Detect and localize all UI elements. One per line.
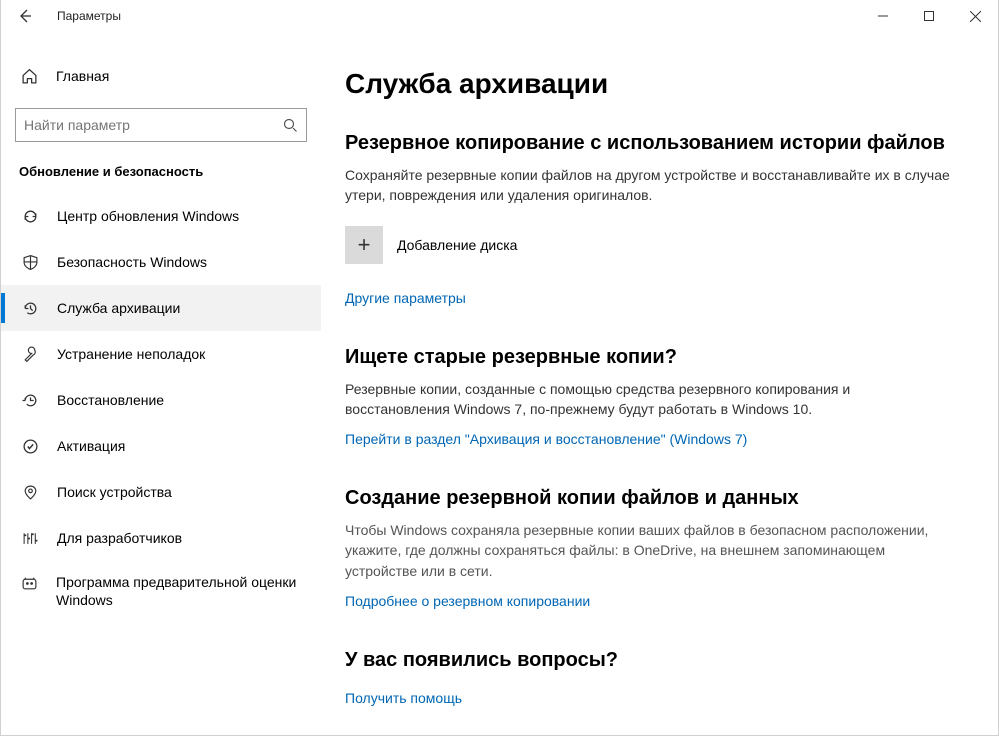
section-heading: У вас появились вопросы? <box>345 647 958 674</box>
content-area: Служба архивации Резервное копирование с… <box>321 32 998 735</box>
add-disk-label: Добавление диска <box>397 237 517 253</box>
close-icon <box>970 11 981 22</box>
maximize-icon <box>924 11 934 21</box>
section-questions: У вас появились вопросы? Получить помощь <box>345 647 958 708</box>
sidebar-item-label: Центр обновления Windows <box>57 208 239 224</box>
section-old-backups: Ищете старые резервные копии? Резервные … <box>345 344 958 450</box>
insider-icon <box>21 573 38 592</box>
section-heading: Ищете старые резервные копии? <box>345 344 958 371</box>
minimize-button[interactable] <box>860 0 906 32</box>
find-device-icon <box>21 484 39 501</box>
sidebar-item-find-device[interactable]: Поиск устройства <box>1 469 321 515</box>
add-disk-button[interactable]: + Добавление диска <box>345 226 958 264</box>
section-backup-files: Создание резервной копии файлов и данных… <box>345 485 958 611</box>
get-help-link[interactable]: Получить помощь <box>345 690 462 706</box>
search-input[interactable] <box>24 117 282 133</box>
shield-icon <box>21 254 39 271</box>
window-title: Параметры <box>57 9 121 23</box>
sidebar-item-backup[interactable]: Служба архивации <box>1 285 321 331</box>
developer-icon <box>21 530 39 547</box>
section-file-history: Резервное копирование с использованием и… <box>345 130 958 308</box>
back-button[interactable] <box>1 0 49 32</box>
sidebar-item-recovery[interactable]: Восстановление <box>1 377 321 423</box>
sidebar-item-label: Восстановление <box>57 392 164 408</box>
sidebar-item-label: Безопасность Windows <box>57 254 207 270</box>
maximize-button[interactable] <box>906 0 952 32</box>
sidebar-item-label: Для разработчиков <box>57 530 182 546</box>
sidebar: Главная Обновление и безопасность Центр … <box>1 32 321 735</box>
search-icon <box>282 117 298 133</box>
section-description: Резервные копии, созданные с помощью сре… <box>345 379 958 420</box>
history-icon <box>21 392 39 409</box>
page-title: Служба архивации <box>345 68 958 100</box>
sidebar-item-activation[interactable]: Активация <box>1 423 321 469</box>
sidebar-home-label: Главная <box>56 68 109 84</box>
section-description: Чтобы Windows сохраняла резервные копии … <box>345 520 958 581</box>
section-heading: Резервное копирование с использованием и… <box>345 130 958 157</box>
plus-icon: + <box>345 226 383 264</box>
sidebar-category: Обновление и безопасность <box>1 164 321 193</box>
sidebar-item-label: Служба архивации <box>57 300 180 316</box>
learn-more-backup-link[interactable]: Подробнее о резервном копировании <box>345 593 590 609</box>
sidebar-item-developers[interactable]: Для разработчиков <box>1 515 321 561</box>
section-heading: Создание резервной копии файлов и данных <box>345 485 958 512</box>
sidebar-item-security[interactable]: Безопасность Windows <box>1 239 321 285</box>
minimize-icon <box>878 11 888 21</box>
sidebar-item-label: Активация <box>57 438 125 454</box>
sidebar-item-label: Устранение неполадок <box>57 346 205 362</box>
backup-icon <box>21 300 39 317</box>
sidebar-item-label: Поиск устройства <box>57 484 172 500</box>
wrench-icon <box>21 346 39 363</box>
sidebar-item-insider[interactable]: Программа предварительной оценки Windows <box>1 561 321 621</box>
section-description: Сохраняйте резервные копии файлов на дру… <box>345 165 958 206</box>
sidebar-item-troubleshoot[interactable]: Устранение неполадок <box>1 331 321 377</box>
search-box[interactable] <box>15 108 307 142</box>
backup-restore-link[interactable]: Перейти в раздел "Архивация и восстановл… <box>345 431 747 447</box>
sidebar-item-label: Программа предварительной оценки Windows <box>56 573 307 609</box>
more-options-link[interactable]: Другие параметры <box>345 290 466 306</box>
close-button[interactable] <box>952 0 998 32</box>
sidebar-item-home[interactable]: Главная <box>1 56 321 96</box>
title-bar: Параметры <box>1 0 998 32</box>
arrow-left-icon <box>17 8 33 24</box>
sidebar-item-windows-update[interactable]: Центр обновления Windows <box>1 193 321 239</box>
key-icon <box>21 438 39 455</box>
home-icon <box>21 68 38 85</box>
sync-icon <box>21 208 39 225</box>
